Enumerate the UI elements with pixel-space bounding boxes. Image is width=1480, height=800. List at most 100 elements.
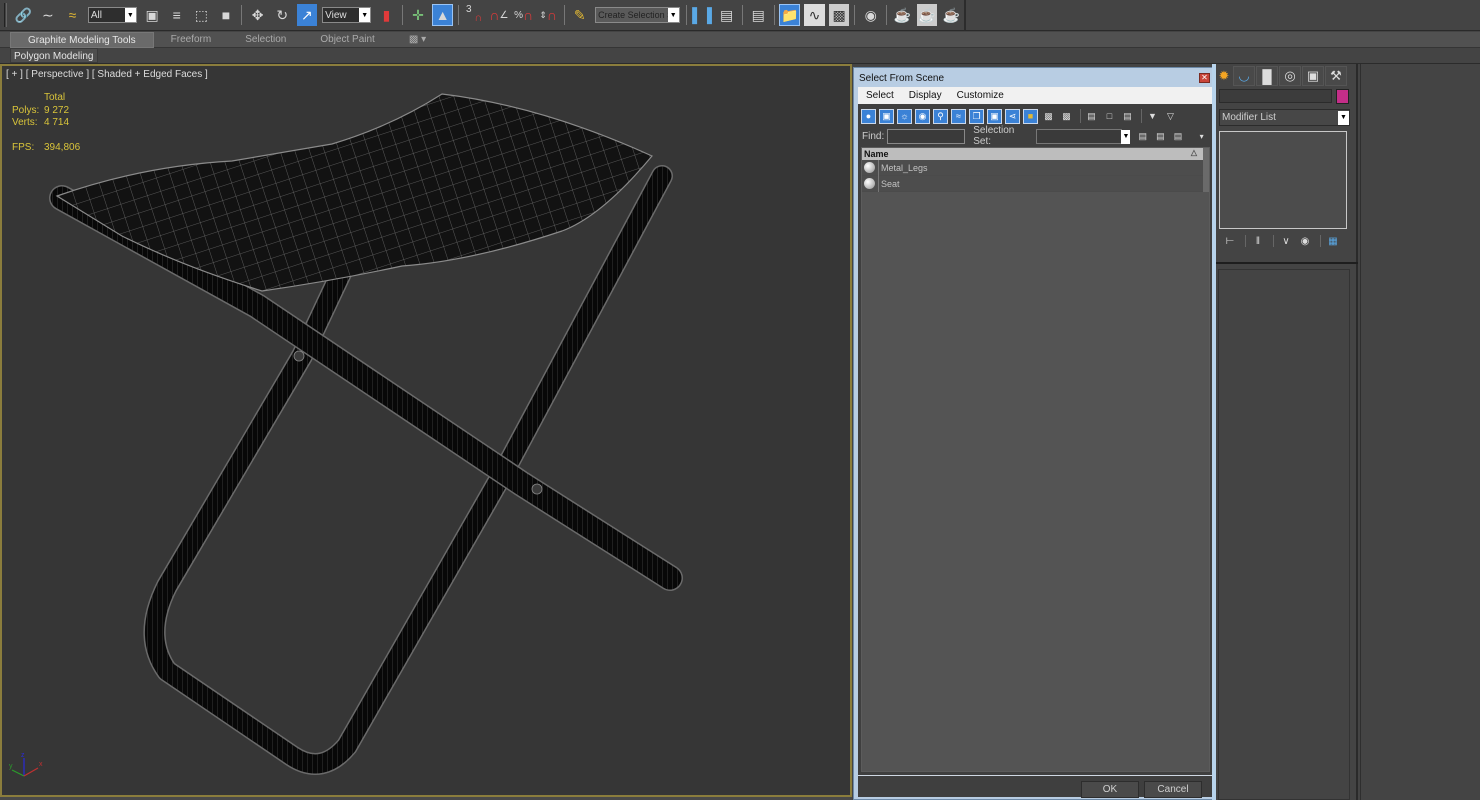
scale-icon[interactable]: ↗ <box>296 4 318 26</box>
toolbar-grip[interactable] <box>4 3 7 27</box>
rotate-icon[interactable]: ↻ <box>272 4 293 26</box>
fps-value: 394,806 <box>44 141 81 153</box>
pivot-bolt <box>531 483 543 495</box>
object-list[interactable]: Name △ Metal_Legs Seat <box>861 147 1210 772</box>
utilities-tab-icon[interactable]: ⚒ <box>1325 66 1347 86</box>
polys-count: 9 272 <box>44 104 70 116</box>
reference-coord-dropdown[interactable]: View ▼ <box>322 7 372 23</box>
perspective-viewport[interactable]: [ + ] [ Perspective ] [ Shaded + Edged F… <box>0 64 852 797</box>
toolbar-separator <box>854 5 856 25</box>
find-input[interactable] <box>887 128 966 144</box>
selection-filter-dropdown[interactable]: All ▼ <box>87 7 137 23</box>
snaps-toggle-icon[interactable]: 3 ∩ <box>464 4 485 26</box>
link-icon[interactable]: 🔗 <box>13 4 34 26</box>
object-color-swatch[interactable] <box>1336 89 1349 104</box>
curve-editor-icon[interactable]: ∿ <box>804 4 825 26</box>
rendered-frame-window-icon[interactable]: ☕ <box>916 4 938 26</box>
hidden-filter-icon[interactable]: ▩ <box>1059 109 1074 124</box>
display-none-icon[interactable]: □ <box>1102 109 1117 124</box>
create-selection-set-icon[interactable]: ▤ <box>1135 129 1150 144</box>
chair-model[interactable] <box>2 66 852 797</box>
cameras-filter-icon[interactable]: ◉ <box>915 108 930 124</box>
edit-named-selection-icon[interactable]: ✎ <box>569 4 590 26</box>
motion-tab-icon[interactable]: ◎ <box>1279 66 1301 86</box>
hierarchy-tab-icon[interactable]: █ <box>1256 66 1278 86</box>
remove-modifier-icon[interactable]: ◉ <box>1297 234 1313 248</box>
list-item[interactable]: Metal_Legs <box>862 159 1209 176</box>
display-invert-icon[interactable]: ▤ <box>1120 109 1135 124</box>
render-production-icon[interactable]: ☕ <box>941 4 962 26</box>
frozen-filter-icon[interactable]: ▩ <box>1041 109 1056 124</box>
geometry-filter-icon[interactable]: ● <box>861 108 876 124</box>
dialog-body: ● ▣ ☼ ◉ ⚲ ≈ ❐ ▣ ⋖ ■ ▩ ▩ ▤ □ ▤ ▼ ▽ Find: … <box>858 104 1212 798</box>
percent-snap-icon[interactable]: % ∩ <box>513 4 534 26</box>
move-icon[interactable]: ✥ <box>247 4 268 26</box>
viewport-label[interactable]: [ + ] [ Perspective ] [ Shaded + Edged F… <box>6 69 208 80</box>
tab-object-paint[interactable]: Object Paint <box>303 32 391 48</box>
filter-settings-icon[interactable]: ▽ <box>1163 109 1178 124</box>
make-unique-icon[interactable]: ∨ <box>1278 234 1294 248</box>
select-object-icon[interactable]: ▣ <box>142 4 163 26</box>
column-header-name[interactable]: Name △ <box>862 148 1209 160</box>
groups-filter-icon[interactable]: ❐ <box>969 108 984 124</box>
overflow-chevron-icon[interactable]: ▾ <box>1194 129 1209 144</box>
display-tab-icon[interactable]: ▣ <box>1302 66 1324 86</box>
add-to-selection-set-icon[interactable]: ▤ <box>1153 129 1168 144</box>
filter-icon[interactable]: ▼ <box>1145 109 1160 124</box>
shapes-filter-icon[interactable]: ▣ <box>879 108 894 124</box>
lights-filter-icon[interactable]: ☼ <box>897 108 912 124</box>
modifier-stack[interactable] <box>1219 131 1347 229</box>
close-icon[interactable]: ✕ <box>1199 73 1210 83</box>
create-tab-icon[interactable]: ✹ <box>1216 66 1232 86</box>
unlink-icon[interactable]: ∼ <box>38 4 59 26</box>
toolbar-separator <box>241 5 243 25</box>
ribbon-options-dropdown[interactable]: ▩ ▾ <box>392 32 443 48</box>
show-end-result-icon[interactable]: ‖ <box>1250 234 1266 248</box>
space-warps-filter-icon[interactable]: ≈ <box>951 108 966 124</box>
named-selection-dropdown[interactable]: Create Selection Se ▼ <box>595 7 680 23</box>
bind-space-warp-icon[interactable]: ≈ <box>62 4 83 26</box>
helpers-filter-icon[interactable]: ⚲ <box>933 108 948 124</box>
list-item[interactable]: Seat <box>862 175 1209 192</box>
angle-snap-icon[interactable]: ∩ ∠ <box>489 4 510 26</box>
modifier-list-dropdown[interactable]: Modifier List ▼ <box>1219 109 1350 126</box>
selection-set-dropdown[interactable]: ▼ <box>1036 128 1131 144</box>
list-scrollbar[interactable] <box>1203 148 1209 192</box>
spinner-snap-icon[interactable]: ⇕ ∩ <box>538 4 559 26</box>
menu-display[interactable]: Display <box>909 90 942 101</box>
keyboard-shortcut-override-icon[interactable]: ▲ <box>432 4 454 26</box>
object-name-field[interactable] <box>1219 89 1332 103</box>
select-manipulate-icon[interactable]: ✛ <box>408 4 429 26</box>
configure-modifier-sets-icon[interactable]: ▦ <box>1325 234 1341 248</box>
pin-stack-icon[interactable]: ⊢ <box>1222 234 1238 248</box>
remove-from-selection-set-icon[interactable]: ▤ <box>1171 129 1186 144</box>
chevron-down-icon: ▼ <box>124 8 136 22</box>
scene-explorer-icon[interactable]: 📁 <box>779 4 801 26</box>
use-pivot-center-icon[interactable]: ▮ <box>376 4 397 26</box>
material-editor-icon[interactable]: ◉ <box>860 4 881 26</box>
cancel-button[interactable]: Cancel <box>1144 781 1202 798</box>
tab-selection[interactable]: Selection <box>228 32 303 48</box>
render-setup-icon[interactable]: ☕ <box>892 4 913 26</box>
layer-manager-icon[interactable]: ▤ <box>748 4 769 26</box>
tab-graphite-modeling-tools[interactable]: Graphite Modeling Tools <box>10 31 154 48</box>
menu-select[interactable]: Select <box>866 90 894 101</box>
toolbar-separator <box>1245 235 1246 247</box>
containers-filter-icon[interactable]: ■ <box>1023 108 1038 124</box>
snap-dimension-label: 3 <box>466 4 472 15</box>
schematic-view-icon[interactable]: ▩ <box>828 4 850 26</box>
display-all-icon[interactable]: ▤ <box>1084 109 1099 124</box>
modify-tab-icon[interactable]: ◡ <box>1233 66 1255 86</box>
mirror-icon[interactable]: ▌▐ <box>692 4 713 26</box>
menu-customize[interactable]: Customize <box>957 90 1004 101</box>
align-icon[interactable]: ▤ <box>716 4 737 26</box>
ok-button[interactable]: OK <box>1081 781 1139 798</box>
window-crossing-icon[interactable]: ■ <box>216 4 237 26</box>
xrefs-filter-icon[interactable]: ▣ <box>987 108 1002 124</box>
filter-toolbar: ● ▣ ☼ ◉ ⚲ ≈ ❐ ▣ ⋖ ■ ▩ ▩ ▤ □ ▤ ▼ ▽ <box>861 108 1181 124</box>
tab-freeform[interactable]: Freeform <box>154 32 229 48</box>
select-by-name-icon[interactable]: ≡ <box>166 4 187 26</box>
bones-filter-icon[interactable]: ⋖ <box>1005 108 1020 124</box>
panel-polygon-modeling[interactable]: Polygon Modeling <box>10 48 98 63</box>
rect-selection-region-icon[interactable]: ⬚ <box>191 4 212 26</box>
